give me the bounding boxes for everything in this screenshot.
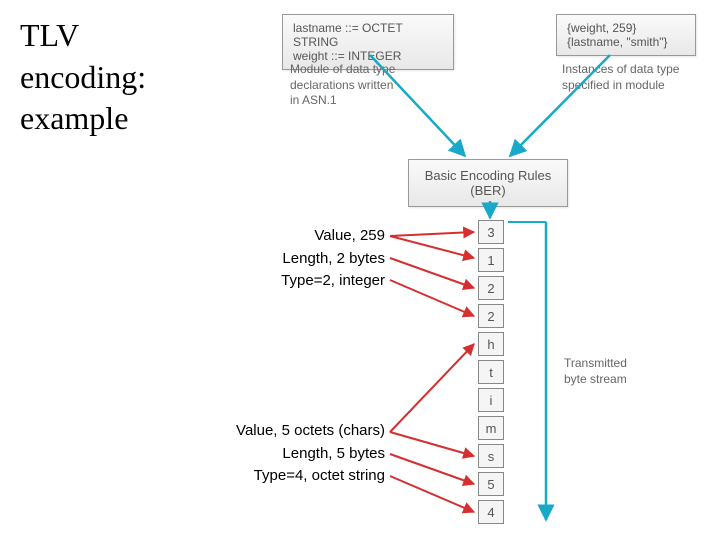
title-line: example [20,98,146,140]
byte-cell: m [478,416,504,440]
arrow-value259-b [390,236,474,258]
instance-line: {weight, 259} [567,21,685,35]
byte-cell: 2 [478,304,504,328]
arrow-type4 [390,476,474,512]
caption-line: in ASN.1 [290,93,395,109]
title-line: TLV [20,15,146,57]
byte-cell: t [478,360,504,384]
arrow-value5-bot [390,432,474,456]
label-line: byte stream [564,372,627,388]
annotation-integer: Value, 259 Length, 2 bytes Type=2, integ… [210,225,385,293]
slide-title: TLV encoding: example [20,15,146,140]
byte-cell: 2 [478,276,504,300]
annot-line: Type=4, octet string [160,465,385,488]
instances-caption: Instances of data type specified in modu… [562,62,679,93]
module-line: weight ::= INTEGER [293,49,443,63]
arrow-type2 [390,280,474,316]
ber-box: Basic Encoding Rules (BER) [408,159,568,207]
byte-cell: s [478,444,504,468]
title-line: encoding: [20,57,146,99]
instances-box: {weight, 259} {lastname, "smith"} [556,14,696,56]
annot-line: Value, 259 [210,225,385,248]
byte-cell: 4 [478,500,504,524]
arrow-len5 [390,454,474,484]
module-line: lastname ::= OCTET STRING [293,21,443,49]
byte-cell: 1 [478,248,504,272]
stream-label: Transmitted byte stream [564,356,627,387]
byte-cell: 5 [478,472,504,496]
arrow-len2 [390,258,474,288]
byte-cell: h [478,332,504,356]
caption-line: specified in module [562,78,679,94]
annot-line: Length, 2 bytes [210,248,385,271]
caption-line: Instances of data type [562,62,679,78]
ber-line: Basic Encoding Rules [423,168,553,183]
caption-line: Module of data type [290,62,395,78]
annotation-octetstring: Value, 5 octets (chars) Length, 5 bytes … [160,420,385,488]
annot-line: Length, 5 bytes [160,443,385,466]
module-caption: Module of data type declarations written… [290,62,395,109]
ber-line: (BER) [423,183,553,198]
arrow-value259-a [390,232,474,236]
arrow-value5-top [390,344,474,432]
byte-cell: 3 [478,220,504,244]
caption-line: declarations written [290,78,395,94]
annot-line: Value, 5 octets (chars) [160,420,385,443]
byte-cell: i [478,388,504,412]
annot-line: Type=2, integer [210,270,385,293]
label-line: Transmitted [564,356,627,372]
instance-line: {lastname, "smith"} [567,35,685,49]
